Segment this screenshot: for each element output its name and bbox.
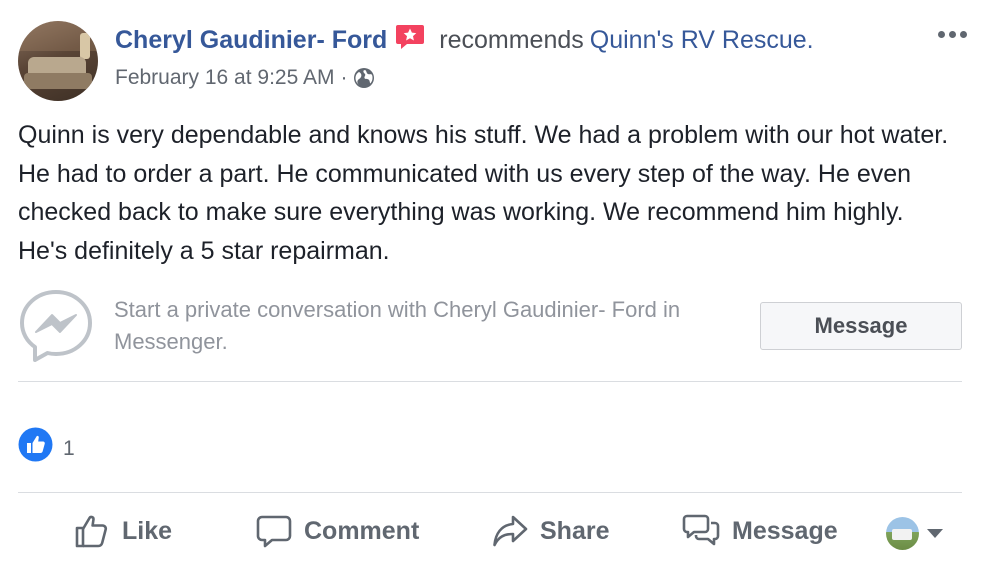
like-reaction-icon	[18, 427, 53, 462]
message-button[interactable]: Message	[760, 302, 962, 350]
message-bubbles-icon	[682, 514, 720, 546]
messenger-prompt-text: Start a private conversation with Cheryl…	[114, 297, 681, 354]
audience-selector[interactable]	[886, 517, 943, 550]
messenger-icon	[18, 288, 94, 364]
divider	[18, 492, 962, 493]
page-avatar	[886, 517, 919, 550]
recommends-text: recommends	[439, 25, 584, 54]
author-avatar[interactable]	[18, 21, 98, 101]
message-action-button[interactable]: Message	[682, 513, 838, 549]
message-action-label: Message	[732, 516, 838, 545]
meta-separator: ·	[340, 66, 348, 89]
divider	[18, 381, 962, 382]
comment-button[interactable]: Comment	[256, 513, 419, 549]
post-meta: February 16 at 9:25 AM ·	[115, 66, 375, 90]
reaction-count[interactable]: 1	[63, 437, 75, 461]
recommendation-star-icon	[395, 23, 425, 51]
chevron-down-icon	[927, 529, 943, 538]
post-header: Cheryl Gaudinier- Ford recommends Quinn'…	[115, 24, 814, 56]
globe-icon[interactable]	[353, 67, 375, 89]
more-options-icon[interactable]	[932, 22, 972, 46]
share-arrow-icon	[493, 515, 528, 547]
like-button-label: Like	[122, 516, 173, 545]
thumbs-up-icon	[75, 515, 108, 548]
like-button[interactable]: Like	[74, 513, 172, 549]
author-name-link[interactable]: Cheryl Gaudinier- Ford	[115, 26, 387, 55]
comment-bubble-icon	[256, 515, 292, 548]
share-button-label: Share	[540, 516, 610, 545]
page-name-link[interactable]: Quinn's RV Rescue.	[590, 26, 814, 55]
messenger-prompt: Start a private conversation with Cheryl…	[18, 288, 962, 380]
action-bar: Like Comment Share Message	[0, 505, 988, 561]
share-button[interactable]: Share	[492, 513, 609, 549]
post-body: Quinn is very dependable and knows his s…	[18, 121, 949, 265]
post-timestamp[interactable]: February 16 at 9:25 AM	[115, 66, 334, 90]
comment-button-label: Comment	[304, 516, 420, 545]
reaction-summary[interactable]: 1	[18, 427, 75, 462]
